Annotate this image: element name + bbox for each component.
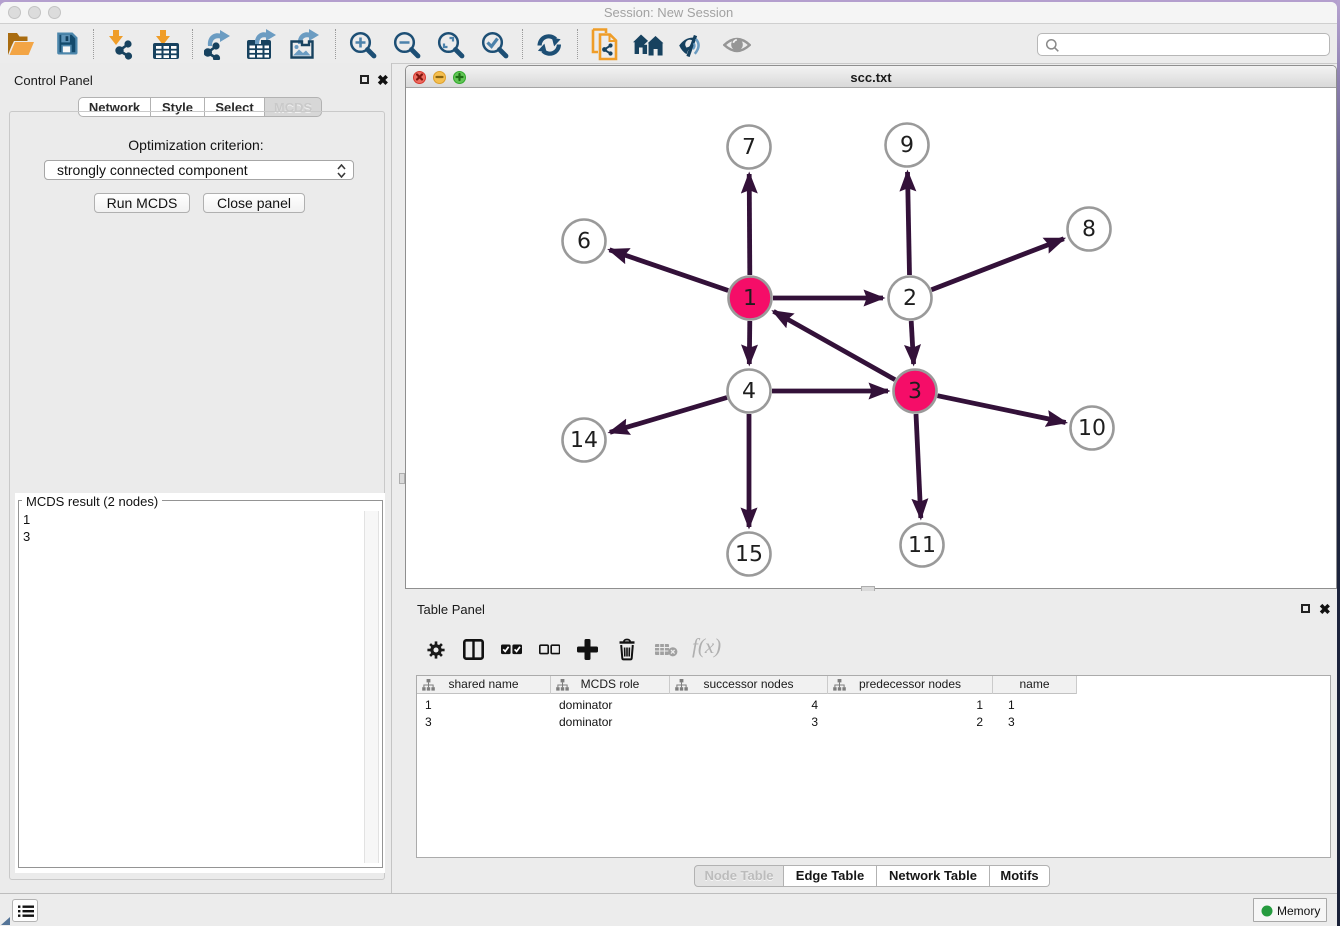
- svg-text:4: 4: [742, 379, 756, 404]
- svg-text:11: 11: [908, 533, 936, 558]
- svg-text:9: 9: [900, 133, 914, 158]
- svg-text:6: 6: [577, 229, 591, 254]
- svg-text:15: 15: [735, 542, 763, 567]
- svg-text:3: 3: [908, 379, 922, 404]
- svg-text:10: 10: [1078, 416, 1106, 441]
- svg-text:7: 7: [742, 135, 756, 160]
- svg-text:2: 2: [903, 286, 917, 311]
- svg-text:8: 8: [1082, 217, 1096, 242]
- svg-text:14: 14: [570, 428, 598, 453]
- svg-text:1: 1: [743, 286, 757, 311]
